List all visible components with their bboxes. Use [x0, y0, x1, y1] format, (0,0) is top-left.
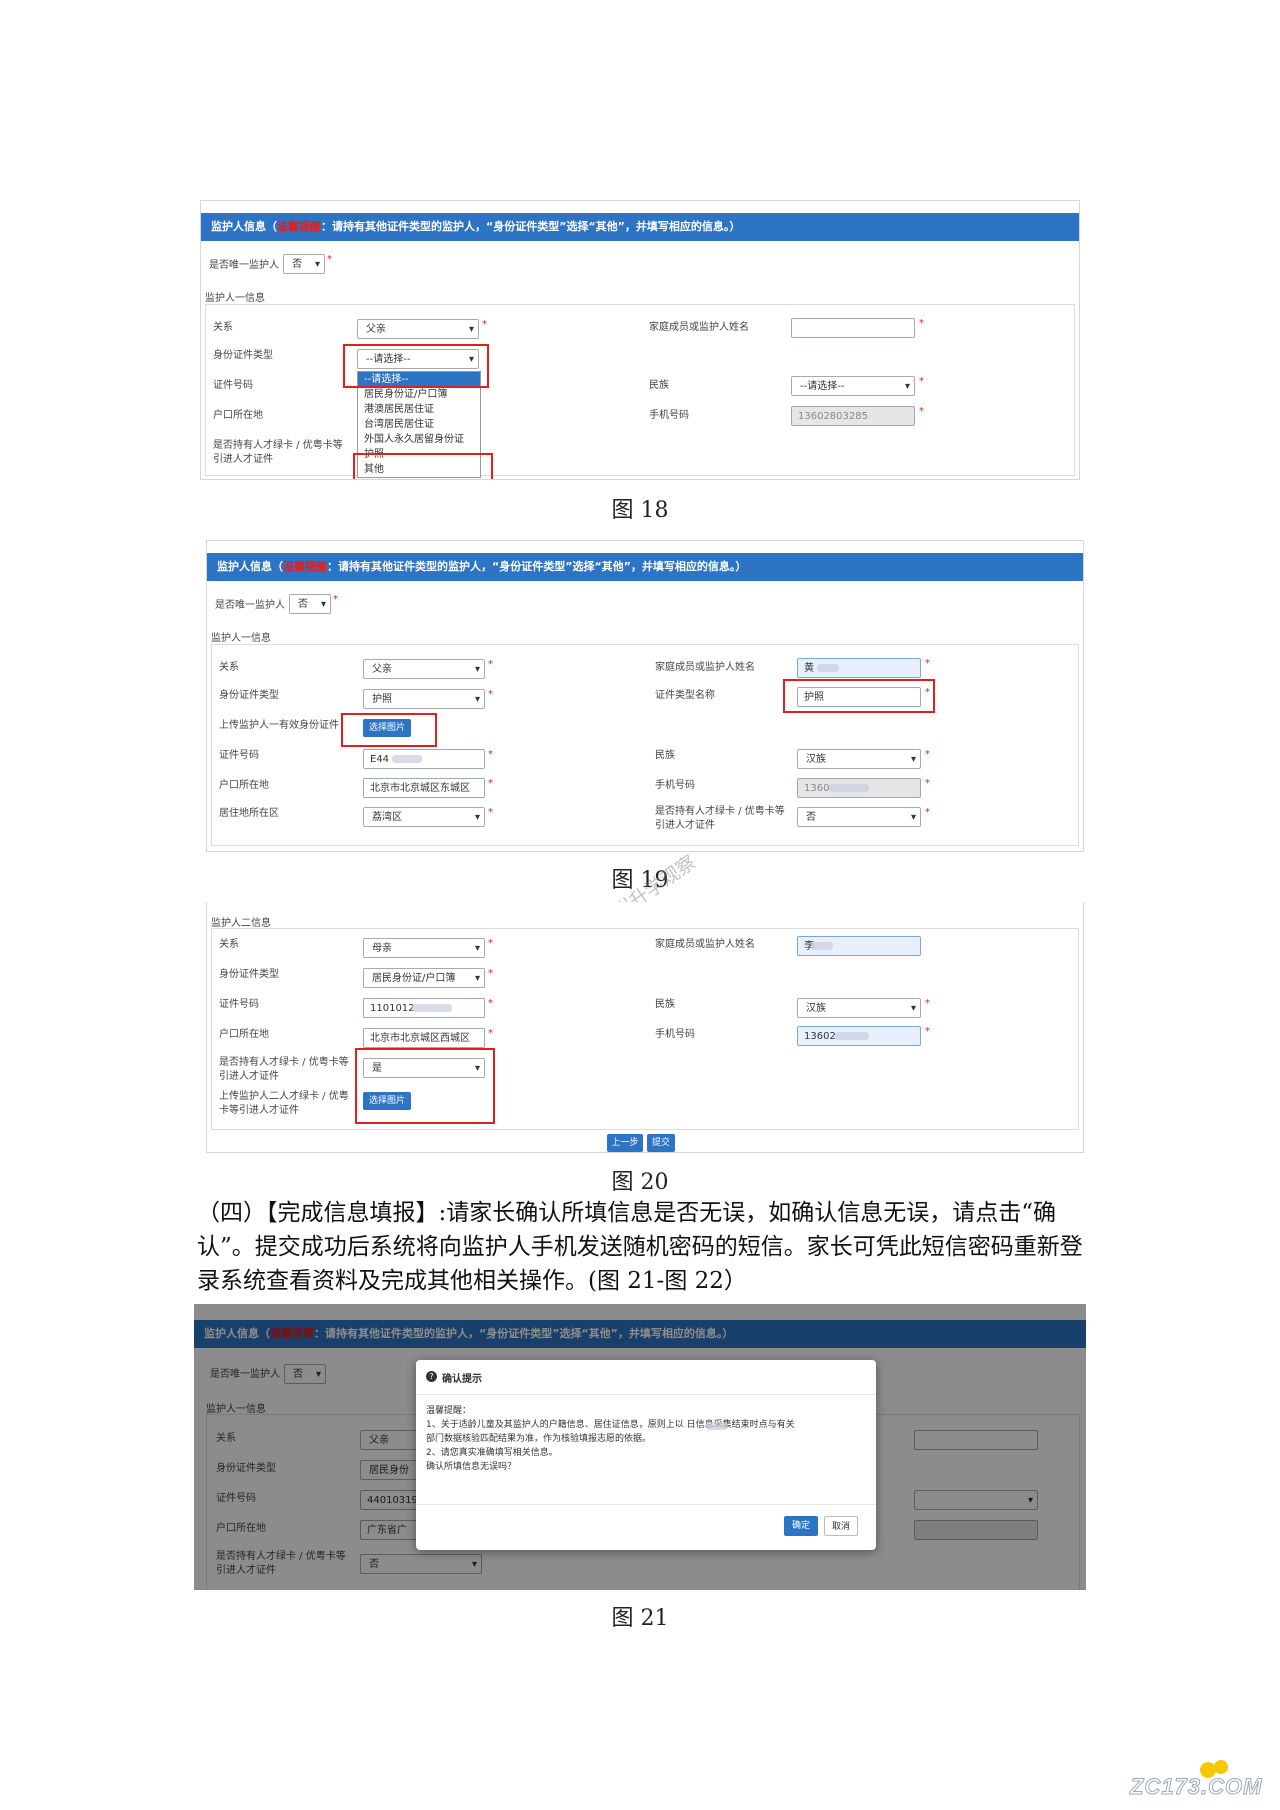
question-icon: ?: [426, 1371, 437, 1382]
id-type-select[interactable]: 居民身份证/户口簿 ▾: [363, 968, 485, 988]
only-guardian-label: 是否唯一监护人: [209, 260, 279, 271]
ethnic-select[interactable]: --请选择-- ▾: [791, 376, 915, 396]
modal-header: ? 确认提示: [416, 1360, 876, 1395]
figure-21-screenshot: 监护人信息（温馨提醒：请持有其他证件类型的监护人，“身份证件类型”选择“其他”，…: [194, 1304, 1086, 1590]
id-type-select[interactable]: 护照 ▾: [363, 689, 485, 709]
caption-fig18: 图 18: [611, 498, 669, 523]
confirm-button[interactable]: 确定: [784, 1516, 818, 1536]
phone-input: 13602803285: [791, 406, 915, 426]
guardian-header-bar: 监护人信息（温馨提醒：请持有其他证件类型的监护人，“身份证件类型”选择“其他”，…: [201, 213, 1079, 241]
figure-20-screenshot: 监护人二信息 关系 母亲 ▾ * 身份证件类型 居民身份证/户口簿 ▾ * 证件号码…: [206, 902, 1084, 1153]
dropdown-option[interactable]: 港澳居民居住证: [358, 402, 480, 417]
caption-fig21: 图 21: [611, 1606, 669, 1631]
highlight-box: [783, 679, 935, 713]
figure-19-screenshot: 监护人信息（温馨提醒：请持有其他证件类型的监护人，“身份证件类型”选择“其他”，…: [206, 540, 1084, 852]
submit-button[interactable]: 提交: [647, 1134, 675, 1152]
residence-select[interactable]: 荔湾区 ▾: [363, 807, 485, 827]
highlight-box: [343, 344, 489, 388]
guardian-header-bar: 监护人信息（温馨提醒：请持有其他证件类型的监护人，“身份证件类型”选择“其他”，…: [207, 553, 1083, 581]
hukou-input[interactable]: 北京市北京城区西城区: [363, 1028, 485, 1048]
cancel-button[interactable]: 取消: [824, 1516, 858, 1536]
relation-select[interactable]: 父亲 ▾: [357, 319, 479, 339]
body-paragraph: （四）【完成信息填报】:请家长确认所填信息是否无误，如确认信息无误，请点击“确认…: [197, 1200, 1083, 1294]
ethnic-select[interactable]: 汉族 ▾: [797, 998, 921, 1018]
dropdown-option[interactable]: 外国人永久居留身份证: [358, 432, 480, 447]
dropdown-option[interactable]: 居民身份证/户口簿: [358, 387, 480, 402]
ethnic-select[interactable]: 汉族 ▾: [797, 749, 921, 769]
guardian1-section-title: 监护人一信息: [205, 293, 265, 304]
hukou-input[interactable]: 北京市北京城区东城区: [363, 778, 485, 798]
relation-select[interactable]: 母亲 ▾: [363, 938, 485, 958]
site-logo: ZC173.COM: [1129, 1760, 1270, 1800]
name-input[interactable]: 黄: [797, 658, 921, 678]
highlight-box: [353, 453, 493, 479]
relation-select[interactable]: 父亲 ▾: [363, 659, 485, 679]
dropdown-option[interactable]: 台湾居民居住证: [358, 417, 480, 432]
highlight-box: [355, 1048, 495, 1124]
figure-18-screenshot: 监护人信息（温馨提醒：请持有其他证件类型的监护人，“身份证件类型”选择“其他”，…: [200, 200, 1080, 480]
smiley-icon: [1214, 1760, 1228, 1774]
highlight-box: [341, 713, 437, 747]
name-input[interactable]: [791, 318, 915, 338]
only-guardian-select[interactable]: 否 ▾: [289, 594, 331, 614]
talent-select[interactable]: 否 ▾: [797, 807, 921, 827]
modal-body: 温馨提醒： 1、关于适龄儿童及其监护人的户籍信息、居住证信息，原则上以 日信息采…: [426, 1406, 795, 1472]
confirm-modal: ? 确认提示 温馨提醒： 1、关于适龄儿童及其监护人的户籍信息、居住证信息，原则…: [416, 1360, 876, 1550]
caption-fig20: 图 20: [611, 1170, 669, 1195]
modal-title: 确认提示: [442, 1374, 482, 1385]
prev-step-button[interactable]: 上一步: [607, 1134, 643, 1152]
id-number-input[interactable]: E44: [363, 749, 485, 769]
only-guardian-select[interactable]: 否 ▾: [283, 254, 325, 274]
